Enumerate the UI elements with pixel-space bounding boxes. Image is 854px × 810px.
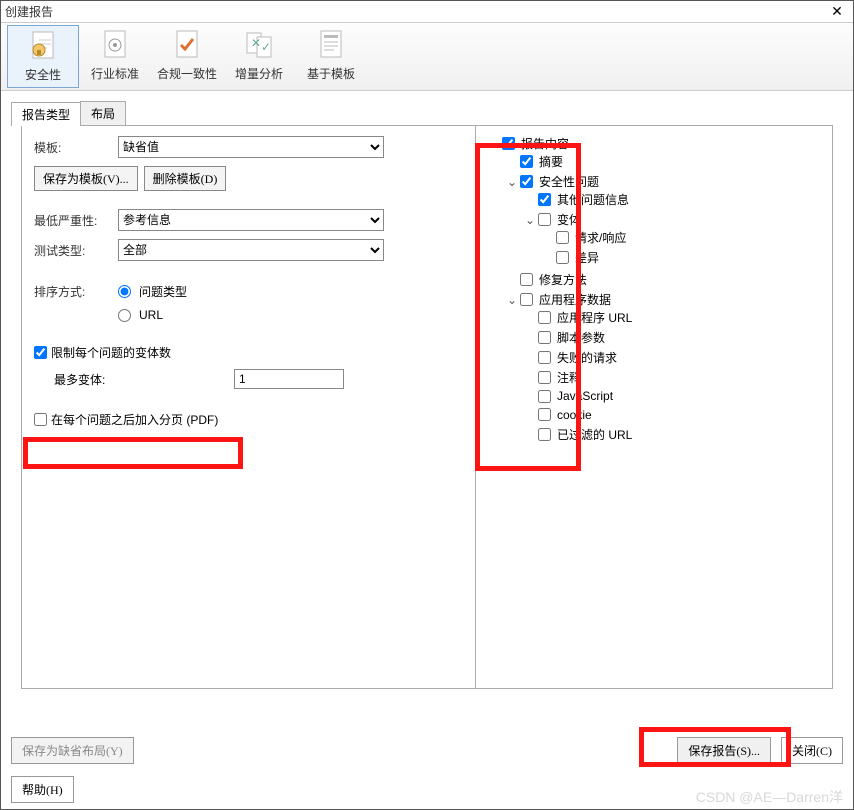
- save-template-button[interactable]: 保存为模板(V)...: [34, 166, 138, 191]
- toolbar-label: 合规一致性: [157, 65, 217, 82]
- delete-template-button[interactable]: 删除模板(D): [144, 166, 227, 191]
- tree-caret-icon[interactable]: ⌄: [488, 137, 500, 151]
- svg-text:✓: ✓: [261, 40, 271, 54]
- toolbar-label: 安全性: [25, 66, 61, 83]
- tree-checkbox[interactable]: [538, 351, 551, 364]
- radio-label: URL: [139, 308, 163, 322]
- toolbar-item-compliance[interactable]: 合规一致性: [151, 25, 223, 88]
- close-button[interactable]: 关闭(C): [781, 737, 843, 764]
- tree-node-label[interactable]: 变体: [557, 211, 581, 228]
- toolbar-item-delta[interactable]: ✕✓ 增量分析: [223, 25, 295, 88]
- tree-checkbox[interactable]: [520, 155, 533, 168]
- tree-node-label[interactable]: 摘要: [539, 153, 563, 170]
- tree-node-label[interactable]: 其他问题信息: [557, 191, 629, 208]
- save-report-button[interactable]: 保存报告(S)...: [677, 737, 771, 764]
- tab-layout[interactable]: 布局: [80, 101, 126, 125]
- tree-checkbox[interactable]: [520, 175, 533, 188]
- tree-checkbox[interactable]: [538, 371, 551, 384]
- svg-text:✕: ✕: [251, 36, 261, 50]
- sort-label: 排序方式:: [34, 283, 118, 300]
- tree-node-label[interactable]: cookie: [557, 408, 592, 422]
- tree-checkbox[interactable]: [538, 331, 551, 344]
- pdf-pagebreak-checkbox[interactable]: 在每个问题之后加入分页 (PDF): [34, 411, 463, 428]
- gear-doc-icon: [99, 29, 131, 61]
- test-type-select[interactable]: 全部: [118, 239, 384, 261]
- tree-checkbox[interactable]: [538, 213, 551, 226]
- tab-report-type[interactable]: 报告类型: [11, 102, 81, 126]
- template-doc-icon: [315, 29, 347, 61]
- tabs: 报告类型 布局: [11, 101, 843, 125]
- tree-checkbox[interactable]: [538, 408, 551, 421]
- right-panel: ⌄ 报告内容摘要 ⌄ 安全性问题其他问题信息 ⌄ 变体请求/响应差异修复方法 ⌄ 应用程序数据…: [476, 126, 832, 688]
- tree-node-label[interactable]: 应用程序 URL: [557, 309, 632, 326]
- toolbar: 安全性 行业标准 合规一致性 ✕✓ 增量分析 基于模板: [1, 23, 853, 91]
- tree-node-label[interactable]: 已过滤的 URL: [557, 426, 632, 443]
- max-variants-input[interactable]: [234, 369, 344, 389]
- max-variants-label: 最多变体:: [54, 371, 234, 388]
- sort-radio-url[interactable]: URL: [118, 308, 187, 322]
- tree-node-label[interactable]: JavaScript: [557, 389, 613, 403]
- tree-node-label[interactable]: 失败的请求: [557, 349, 617, 366]
- help-button[interactable]: 帮助(H): [11, 776, 74, 803]
- tree-node-label[interactable]: 脚本参数: [557, 329, 605, 346]
- severity-select[interactable]: 参考信息: [118, 209, 384, 231]
- checkbox-label: 在每个问题之后加入分页 (PDF): [51, 411, 218, 428]
- sort-radio-issue-type[interactable]: 问题类型: [118, 283, 187, 300]
- test-type-label: 测试类型:: [34, 242, 118, 259]
- tree-checkbox[interactable]: [538, 311, 551, 324]
- tree-node-label[interactable]: 请求/响应: [575, 229, 626, 246]
- toolbar-item-security[interactable]: 安全性: [7, 25, 79, 88]
- limit-variants-checkbox[interactable]: 限制每个问题的变体数: [34, 344, 463, 361]
- tree-node-label[interactable]: 修复方法: [539, 271, 587, 288]
- window-title: 创建报告: [5, 3, 825, 20]
- template-label: 模板:: [34, 139, 118, 156]
- template-select[interactable]: 缺省值: [118, 136, 384, 158]
- tree-node-label[interactable]: 差异: [575, 249, 599, 266]
- tree[interactable]: ⌄ 报告内容摘要 ⌄ 安全性问题其他问题信息 ⌄ 变体请求/响应差异修复方法 ⌄ 应用程序数据…: [480, 130, 828, 451]
- tree-caret-icon[interactable]: ⌄: [524, 213, 536, 227]
- left-panel: 模板: 缺省值 保存为模板(V)... 删除模板(D) 最低严重性: 参考信息: [22, 126, 476, 688]
- toolbar-label: 行业标准: [91, 65, 139, 82]
- footer: 保存为缺省布局(Y) 保存报告(S)... 关闭(C) 帮助(H): [11, 737, 843, 803]
- toolbar-item-industry[interactable]: 行业标准: [79, 25, 151, 88]
- tree-caret-icon[interactable]: ⌄: [506, 175, 518, 189]
- severity-label: 最低严重性:: [34, 212, 118, 229]
- toolbar-label: 基于模板: [307, 65, 355, 82]
- save-default-layout-button[interactable]: 保存为缺省布局(Y): [11, 737, 134, 764]
- tree-checkbox[interactable]: [520, 293, 533, 306]
- tree-checkbox[interactable]: [538, 390, 551, 403]
- compare-doc-icon: ✕✓: [243, 29, 275, 61]
- radio-label: 问题类型: [139, 283, 187, 300]
- tree-node-label[interactable]: 报告内容: [521, 135, 569, 152]
- tree-node-label[interactable]: 注释: [557, 369, 581, 386]
- tree-checkbox[interactable]: [502, 137, 515, 150]
- tree-checkbox[interactable]: [520, 273, 533, 286]
- shield-icon: [27, 30, 59, 62]
- tree-caret-icon[interactable]: ⌄: [506, 293, 518, 307]
- tree-checkbox[interactable]: [538, 428, 551, 441]
- check-doc-icon: [171, 29, 203, 61]
- tree-node-label[interactable]: 应用程序数据: [539, 291, 611, 308]
- tree-checkbox[interactable]: [556, 231, 569, 244]
- titlebar: 创建报告 ✕: [1, 1, 853, 23]
- tree-checkbox[interactable]: [556, 251, 569, 264]
- toolbar-item-template[interactable]: 基于模板: [295, 25, 367, 88]
- tree-node-label[interactable]: 安全性问题: [539, 173, 599, 190]
- close-icon[interactable]: ✕: [825, 3, 849, 20]
- toolbar-label: 增量分析: [235, 65, 283, 82]
- tree-checkbox[interactable]: [538, 193, 551, 206]
- checkbox-label: 限制每个问题的变体数: [51, 344, 171, 361]
